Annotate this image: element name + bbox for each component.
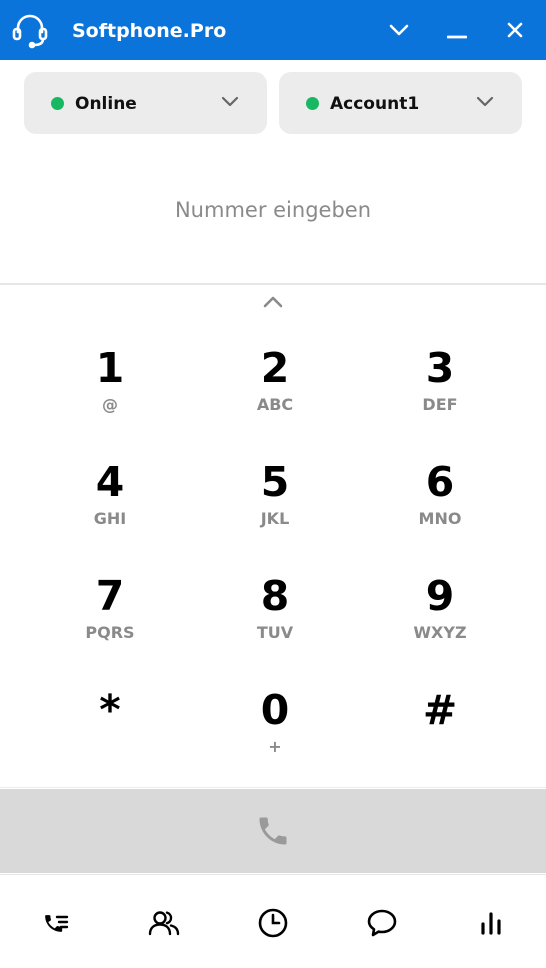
- key-letters: JKL: [260, 509, 290, 528]
- call-button[interactable]: [0, 789, 546, 873]
- chevron-up-icon: [263, 296, 283, 308]
- key-digit: #: [422, 686, 458, 734]
- key-letters: GHI: [93, 509, 127, 528]
- nav-history[interactable]: [255, 905, 291, 941]
- account-value: Account1: [330, 94, 420, 114]
- expand-button[interactable]: [262, 292, 284, 312]
- chevron-down-icon: [476, 96, 494, 107]
- nav-chat[interactable]: [364, 905, 400, 941]
- key-digit: 9: [425, 572, 455, 620]
- close-icon: [507, 22, 523, 38]
- number-input[interactable]: [20, 186, 526, 234]
- key-digit: *: [99, 686, 121, 734]
- nav-stats[interactable]: [473, 905, 509, 941]
- header-panel: Online Account1: [0, 60, 546, 285]
- key-9[interactable]: 9 WXYZ: [365, 550, 515, 658]
- chevron-down-icon: [389, 24, 409, 36]
- status-dot: [51, 97, 64, 110]
- key-digit: 0: [260, 686, 290, 734]
- key-digit: 5: [260, 458, 290, 506]
- call-list-icon: [45, 915, 69, 932]
- key-8[interactable]: 8 TUV: [200, 550, 350, 658]
- app-title: Softphone.Pro: [72, 20, 227, 42]
- history-icon: [258, 908, 288, 938]
- title-bar: Softphone.Pro: [0, 0, 546, 60]
- bottom-nav: [0, 874, 546, 968]
- chat-icon: [367, 909, 397, 937]
- status-value: Online: [75, 94, 137, 114]
- key-letters: WXYZ: [413, 623, 467, 642]
- minimize-icon: [447, 35, 467, 39]
- key-digit: 4: [95, 458, 125, 506]
- key-5[interactable]: 5 JKL: [200, 436, 350, 544]
- minimize-button[interactable]: [441, 14, 473, 46]
- key-star[interactable]: *: [35, 664, 185, 772]
- key-2[interactable]: 2 ABC: [200, 322, 350, 430]
- nav-calls[interactable]: [37, 905, 73, 941]
- stats-icon: [481, 912, 501, 935]
- key-letters: ABC: [256, 395, 294, 414]
- key-letters: +: [268, 737, 282, 756]
- nav-contacts[interactable]: [146, 905, 182, 941]
- key-letters: TUV: [256, 623, 294, 642]
- account-select[interactable]: Account1: [279, 72, 522, 134]
- key-digit: 1: [95, 344, 125, 392]
- key-hash[interactable]: #: [365, 664, 515, 772]
- key-letters: @: [102, 395, 118, 414]
- close-button[interactable]: [499, 14, 531, 46]
- key-6[interactable]: 6 MNO: [365, 436, 515, 544]
- key-letters: DEF: [422, 395, 458, 414]
- dialpad: 1 @ 2 ABC 3 DEF 4 GHI 5 JKL 6 MNO 7 PQRS…: [0, 312, 546, 788]
- key-7[interactable]: 7 PQRS: [35, 550, 185, 658]
- key-digit: 8: [260, 572, 290, 620]
- key-digit: 6: [425, 458, 455, 506]
- key-digit: 7: [95, 572, 125, 620]
- key-letters: MNO: [418, 509, 462, 528]
- key-digit: 2: [260, 344, 290, 392]
- key-3[interactable]: 3 DEF: [365, 322, 515, 430]
- key-4[interactable]: 4 GHI: [35, 436, 185, 544]
- status-select[interactable]: Online: [24, 72, 267, 134]
- headset-icon: [11, 12, 49, 50]
- contacts-icon: [148, 911, 180, 936]
- chevron-down-icon: [221, 96, 239, 107]
- account-status-dot: [306, 97, 319, 110]
- key-digit: 3: [425, 344, 455, 392]
- key-letters: PQRS: [85, 623, 135, 642]
- key-1[interactable]: 1 @: [35, 322, 185, 430]
- phone-icon: [259, 817, 287, 845]
- dropdown-button[interactable]: [383, 14, 415, 46]
- key-0[interactable]: 0 +: [200, 664, 350, 772]
